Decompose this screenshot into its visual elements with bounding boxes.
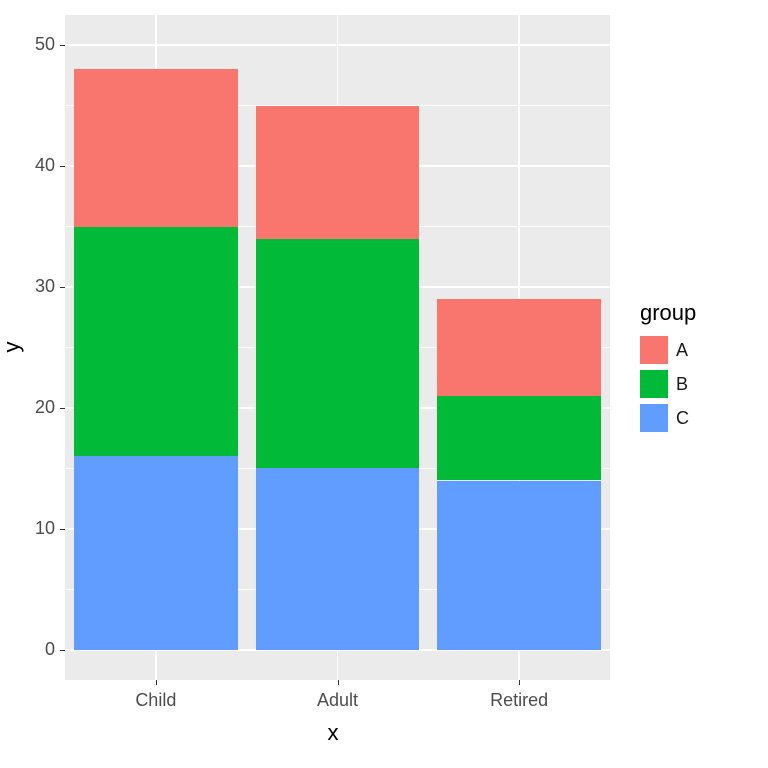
bar-segment-B [437, 396, 601, 481]
plot-panel [65, 15, 610, 680]
x-tick-label: Retired [469, 690, 569, 711]
legend-key-C [640, 404, 668, 432]
bar-segment-C [74, 456, 238, 649]
bar-segment-C [437, 481, 601, 650]
y-tick-label: 40 [15, 155, 55, 176]
y-tick-label: 50 [15, 34, 55, 55]
x-axis-title: x [328, 720, 339, 746]
y-tick [60, 166, 65, 167]
bar-segment-A [74, 69, 238, 226]
y-tick [60, 408, 65, 409]
y-tick-label: 10 [15, 518, 55, 539]
y-tick [60, 287, 65, 288]
y-tick-label: 0 [15, 639, 55, 660]
legend-label-C: C [676, 408, 689, 429]
legend-label-B: B [676, 374, 688, 395]
y-tick-label: 20 [15, 397, 55, 418]
y-tick [60, 650, 65, 651]
x-tick [338, 680, 339, 685]
y-tick [60, 529, 65, 530]
bar-segment-A [256, 106, 420, 239]
x-tick [156, 680, 157, 685]
x-tick [519, 680, 520, 685]
legend-label-A: A [676, 340, 688, 361]
bar-segment-B [74, 227, 238, 457]
x-tick-label: Adult [288, 690, 388, 711]
legend-key-A [640, 336, 668, 364]
bar-segment-B [256, 239, 420, 469]
bar-segment-C [256, 468, 420, 649]
stacked-bar-chart: 0 10 20 30 40 50 Child Adult Retired y x group ABC [0, 0, 768, 768]
y-tick-label: 30 [15, 276, 55, 297]
y-tick [60, 45, 65, 46]
legend-title: group [640, 300, 696, 326]
legend-key-B [640, 370, 668, 398]
y-axis-title: y [0, 335, 25, 359]
x-tick-label: Child [106, 690, 206, 711]
bar-segment-A [437, 299, 601, 396]
